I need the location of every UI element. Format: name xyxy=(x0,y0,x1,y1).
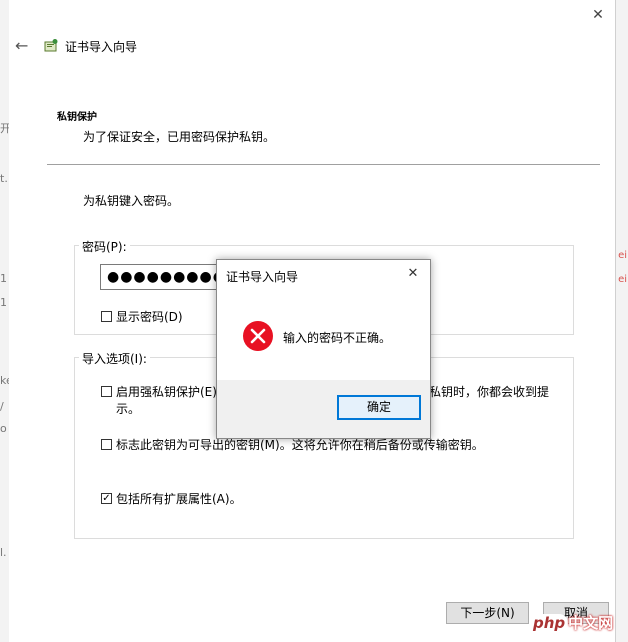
wizard-title: 证书导入向导 xyxy=(65,40,138,54)
dialog-footer: 确定 xyxy=(217,380,430,438)
error-dialog: 证书导入向导 ✕ 输入的密码不正确。 确定 xyxy=(216,259,431,439)
dialog-message: 输入的密码不正确。 xyxy=(283,331,392,345)
strong-protection-label-tail: 私钥时，你都会收到提 xyxy=(429,385,550,399)
extended-properties-label[interactable]: 包括所有扩展属性(A)。 xyxy=(116,490,242,507)
back-arrow-icon[interactable]: ← xyxy=(15,36,28,55)
extended-properties-checkbox[interactable]: ✓ xyxy=(101,493,112,504)
background-text-fragment: ei xyxy=(618,250,627,261)
header-divider xyxy=(47,164,600,165)
background-text-fragment: / xyxy=(0,400,4,413)
section-subtitle: 为了保证安全，已用密码保护私钥。 xyxy=(83,130,276,144)
section-heading: 私钥保护 xyxy=(57,112,97,123)
watermark-logo: php 中文网 xyxy=(530,612,613,633)
strong-protection-label[interactable]: 启用强私钥保护(E) xyxy=(116,383,217,400)
import-options-label: 导入选项(I): xyxy=(79,350,150,367)
show-password-checkbox[interactable] xyxy=(101,311,112,322)
exportable-key-checkbox[interactable] xyxy=(101,439,112,450)
background-text-fragment: ei xyxy=(618,274,627,285)
close-icon[interactable]: ✕ xyxy=(587,4,609,26)
show-password-label[interactable]: 显示密码(D) xyxy=(116,308,183,325)
dialog-title: 证书导入向导 xyxy=(226,270,299,284)
error-icon xyxy=(243,321,273,351)
ok-button[interactable]: 确定 xyxy=(337,395,421,420)
background-text-fragment: o xyxy=(0,422,7,435)
watermark-brand: php xyxy=(530,614,569,632)
background-text-fragment: t. xyxy=(0,172,8,185)
password-prompt: 为私钥键入密码。 xyxy=(83,194,180,208)
background-text-fragment: 1 xyxy=(0,272,7,285)
watermark-suffix: 中文网 xyxy=(568,614,614,632)
background-text-fragment: 1 xyxy=(0,296,7,309)
certificate-icon xyxy=(44,39,58,52)
strong-protection-checkbox[interactable] xyxy=(101,386,112,397)
strong-protection-label-wrap: 示。 xyxy=(116,402,141,416)
background-text-fragment: l. xyxy=(0,546,7,559)
next-button[interactable]: 下一步(N) xyxy=(446,602,529,624)
password-label: 密码(P): xyxy=(79,238,130,255)
background-window-right-edge: ei ei xyxy=(615,0,628,642)
dialog-close-icon[interactable]: ✕ xyxy=(404,266,422,281)
